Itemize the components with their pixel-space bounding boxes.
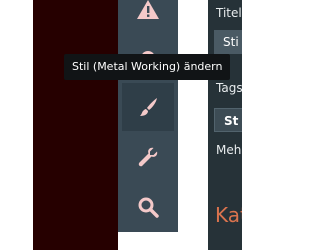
warning-icon bbox=[137, 0, 159, 19]
tags-input[interactable]: St bbox=[214, 108, 242, 132]
properties-panel: Titel Sti Tags St Mehr Kat bbox=[208, 0, 242, 250]
warning-button[interactable] bbox=[122, 0, 174, 34]
wrench-icon bbox=[138, 147, 158, 167]
vertical-toolbar bbox=[118, 0, 178, 232]
search-button[interactable] bbox=[122, 183, 174, 231]
title-input[interactable]: Sti bbox=[214, 30, 242, 54]
section-heading: Kat bbox=[215, 203, 242, 227]
page-margin-left bbox=[0, 0, 33, 250]
style-tooltip: Stil (Metal Working) ändern bbox=[64, 54, 231, 80]
paintbrush-icon bbox=[140, 98, 157, 116]
search-icon bbox=[138, 197, 159, 218]
tags-label: Tags bbox=[216, 81, 242, 95]
page-margin-right bbox=[242, 0, 274, 250]
editor-canvas[interactable] bbox=[33, 0, 118, 250]
panel-gap bbox=[178, 0, 208, 250]
title-label: Titel bbox=[216, 6, 242, 20]
more-link[interactable]: Mehr bbox=[216, 143, 242, 157]
settings-button[interactable] bbox=[122, 133, 174, 181]
style-button[interactable] bbox=[122, 83, 174, 131]
